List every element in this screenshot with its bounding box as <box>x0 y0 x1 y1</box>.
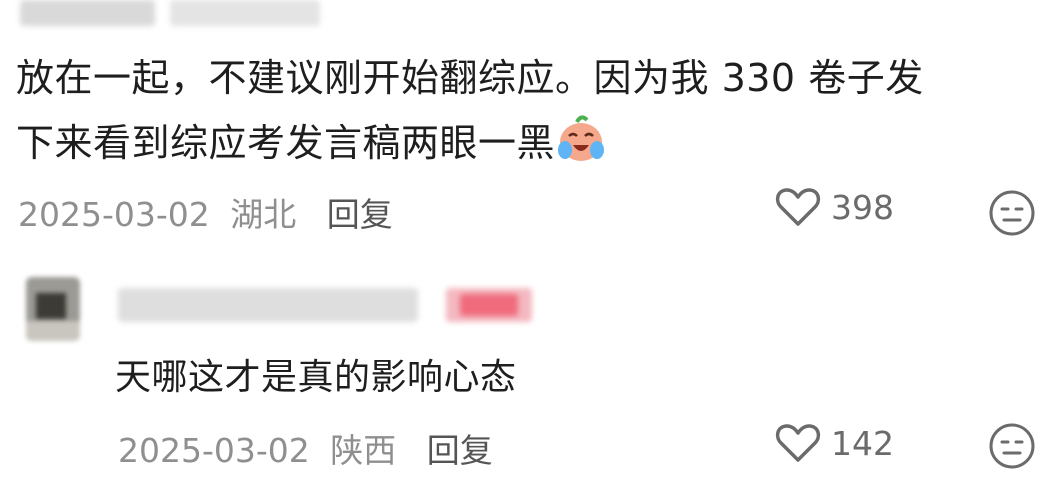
comment-2-meta: 2025-03-02 陕西 回复 <box>118 424 493 472</box>
comment-date: 2025-03-02 <box>18 195 210 234</box>
meh-face-icon <box>989 190 1035 236</box>
comment-1-text: 放在一起，不建议刚开始翻综应。因为我 330 卷子发 下来看到综应考发言稿两眼一… <box>16 56 924 165</box>
comment-location: 陕西 <box>330 431 397 470</box>
like-count: 398 <box>831 187 894 227</box>
avatar[interactable] <box>26 277 80 341</box>
crying-emoji-icon <box>555 112 607 164</box>
comment-date: 2025-03-02 <box>118 431 310 470</box>
reply-button[interactable]: 回复 <box>327 195 393 234</box>
comment-1-meta: 2025-03-02 湖北 回复 <box>18 188 393 236</box>
author-tag <box>446 288 532 322</box>
blurred-username-top <box>20 0 155 26</box>
like-count: 142 <box>831 423 894 463</box>
heart-outline-icon <box>775 188 821 226</box>
blurred-tag-top <box>170 0 320 26</box>
comment-2-text: 天哪这才是真的影响心态 <box>115 357 517 398</box>
comment-location: 湖北 <box>230 195 297 234</box>
blurred-username <box>118 288 418 322</box>
dislike-button[interactable] <box>988 422 1036 474</box>
reply-button[interactable]: 回复 <box>427 431 493 470</box>
like-button[interactable]: 142 <box>775 422 894 464</box>
dislike-button[interactable] <box>988 189 1036 241</box>
heart-outline-icon <box>775 424 821 462</box>
like-button[interactable]: 398 <box>775 186 894 228</box>
meh-face-icon <box>989 423 1035 469</box>
